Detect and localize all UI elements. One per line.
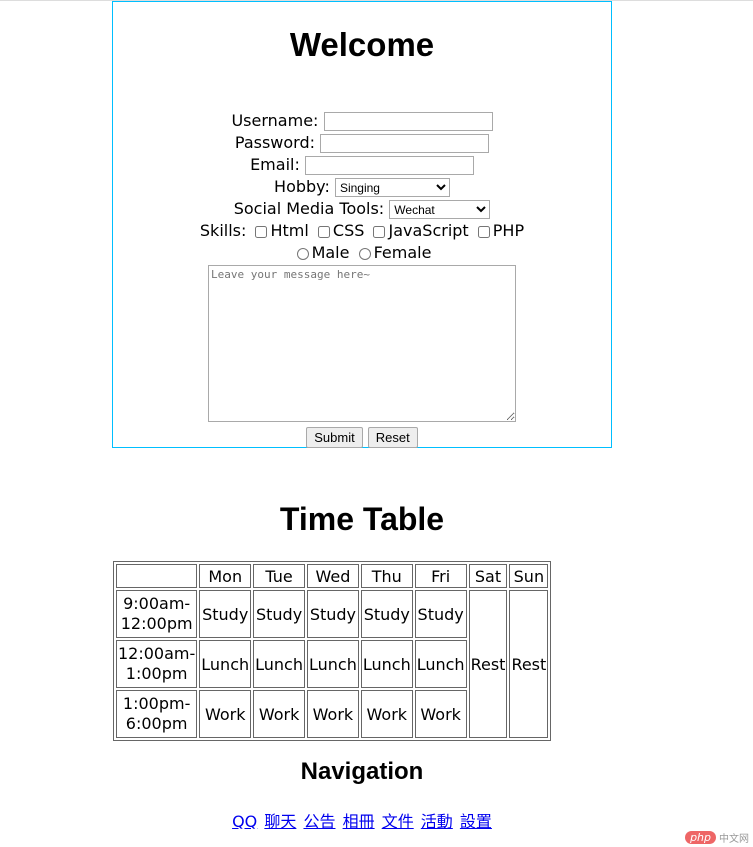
email-label: Email: (250, 155, 300, 174)
social-select[interactable]: Wechat (389, 200, 491, 219)
gender-label: Female (373, 243, 432, 262)
social-label: Social Media Tools: (233, 199, 385, 218)
login-form: Welcome Username: Password: Email: Hobby… (112, 1, 612, 448)
time-cell: 9:00am- 12:00pm (116, 590, 198, 638)
message-textarea[interactable] (208, 265, 516, 422)
activity-cell: Lunch (307, 640, 359, 688)
password-label: Password: (234, 133, 316, 152)
activity-cell: Study (307, 590, 359, 638)
nav-link-chat[interactable]: 聊天 (264, 812, 296, 831)
female-radio[interactable] (358, 247, 371, 260)
skill-label: CSS (332, 221, 365, 240)
weekend-cell: Rest (509, 590, 549, 738)
activity-cell: Study (253, 590, 305, 638)
gender-label: Male (311, 243, 350, 262)
skill-label: Html (270, 221, 309, 240)
male-radio[interactable] (296, 247, 309, 260)
activity-cell: Work (253, 690, 305, 738)
table-corner-cell (116, 564, 198, 588)
username-input[interactable] (323, 112, 493, 131)
day-header: Sat (468, 564, 508, 588)
submit-button[interactable]: Submit (306, 427, 363, 448)
day-header: Sun (509, 564, 549, 588)
watermark-logo: php 中文网 (685, 830, 749, 845)
activity-cell: Study (360, 590, 413, 638)
activity-cell: Work (199, 690, 252, 738)
password-input[interactable] (320, 134, 490, 153)
skill-js-checkbox[interactable] (373, 225, 386, 238)
nav-link-qq[interactable]: QQ (232, 812, 257, 831)
email-input[interactable] (304, 156, 474, 175)
day-header: Mon (199, 564, 252, 588)
skills-label: Skills: (199, 221, 247, 240)
nav-link-files[interactable]: 文件 (382, 812, 414, 831)
day-header: Tue (253, 564, 305, 588)
time-cell: 12:00am- 1:00pm (116, 640, 198, 688)
activity-cell: Work (307, 690, 359, 738)
table-header-row: Mon Tue Wed Thu Fri Sat Sun (116, 564, 549, 588)
day-header: Thu (360, 564, 413, 588)
activity-cell: Lunch (253, 640, 305, 688)
nav-link-announcement[interactable]: 公告 (303, 812, 335, 831)
hobby-select[interactable]: Singing (334, 178, 450, 197)
skill-label: JavaScript (388, 221, 469, 240)
username-label: Username: (231, 111, 319, 130)
activity-cell: Lunch (414, 640, 467, 688)
activity-cell: Lunch (199, 640, 252, 688)
table-row: 9:00am- 12:00pm Study Study Study Study S… (116, 590, 549, 738)
day-header: Wed (307, 564, 359, 588)
activity-cell: Study (199, 590, 252, 638)
activity-cell: Lunch (360, 640, 413, 688)
navigation-links: QQ 聊天 公告 相冊 文件 活動 設置 (112, 808, 612, 832)
activity-cell: Study (414, 590, 467, 638)
hobby-label: Hobby: (274, 177, 330, 196)
skill-label: PHP (492, 221, 525, 240)
nav-link-album[interactable]: 相冊 (343, 812, 375, 831)
timetable-title: Time Table (279, 501, 445, 537)
timetable: Mon Tue Wed Thu Fri Sat Sun 9:00am- 12:00… (113, 561, 552, 741)
activity-cell: Work (414, 690, 467, 738)
nav-link-settings[interactable]: 設置 (460, 812, 492, 831)
weekend-cell: Rest (468, 590, 508, 738)
time-cell: 1:00pm- 6:00pm (116, 690, 198, 738)
skill-css-checkbox[interactable] (317, 225, 330, 238)
skill-php-checkbox[interactable] (477, 225, 490, 238)
form-title: Welcome (289, 26, 435, 63)
activity-cell: Work (360, 690, 413, 738)
navigation-title: Navigation (300, 758, 424, 785)
reset-button[interactable]: Reset (367, 427, 418, 448)
nav-link-activities[interactable]: 活動 (421, 812, 453, 831)
skill-html-checkbox[interactable] (255, 225, 268, 238)
day-header: Fri (414, 564, 467, 588)
